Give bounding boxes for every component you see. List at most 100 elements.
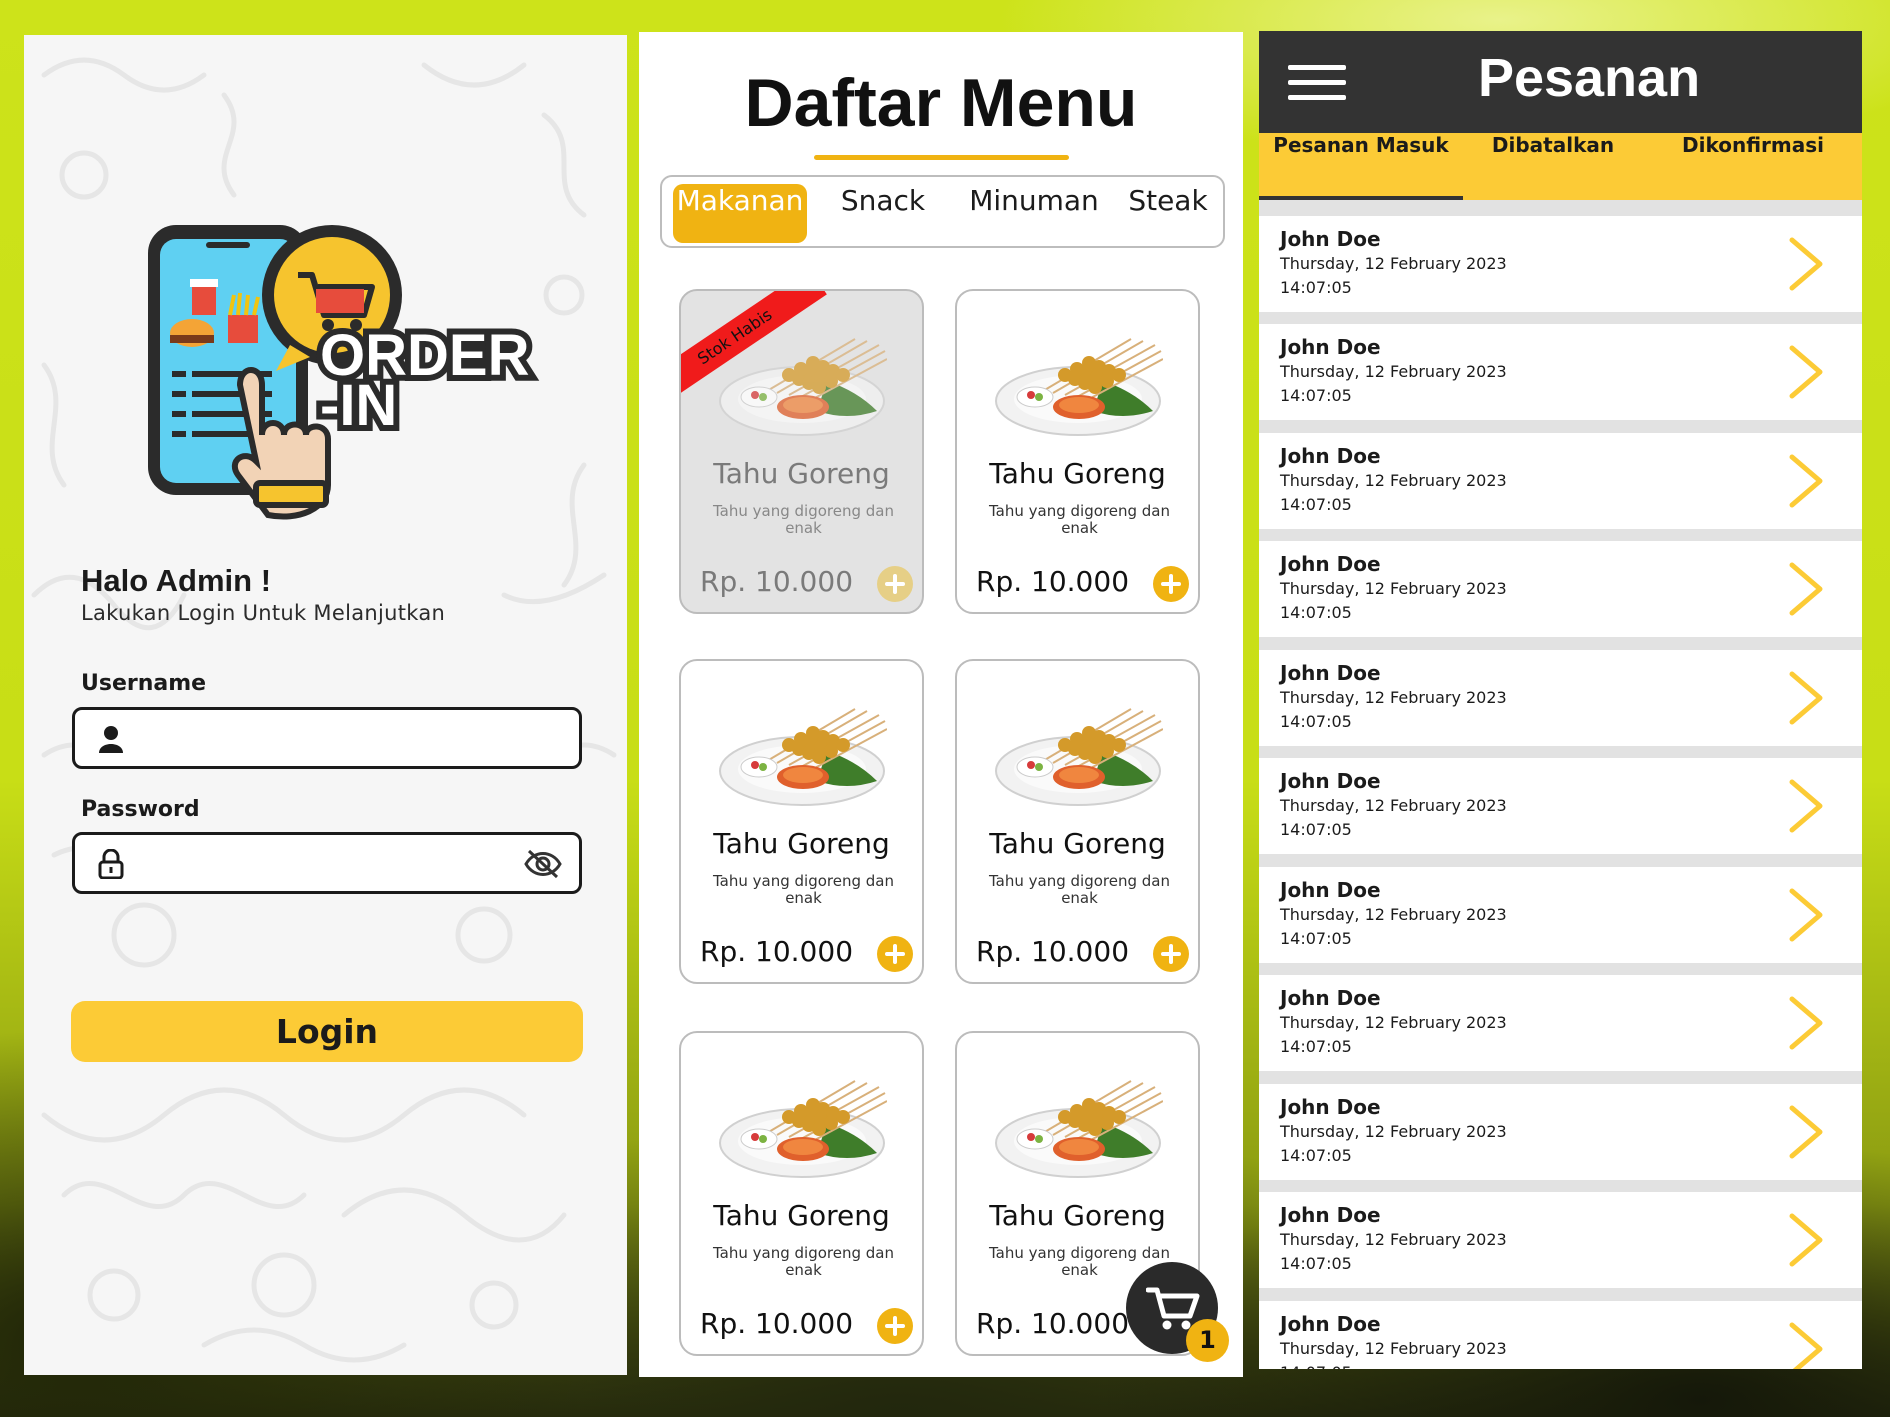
- order-date: Thursday, 12 February 2023: [1280, 579, 1507, 598]
- menu-item-name: Tahu Goreng: [989, 827, 1166, 860]
- order-time: 14:07:05: [1280, 1037, 1352, 1056]
- satay-dish-image: [719, 708, 887, 806]
- menu-item-description: Tahu yang digoreng dan enak: [713, 502, 894, 537]
- order-list-item[interactable]: John Doe Thursday, 12 February 2023 14:07:…: [1259, 1084, 1862, 1180]
- order-list-item[interactable]: John Doe Thursday, 12 February 2023 14:07:…: [1259, 867, 1862, 963]
- chevron-right-icon[interactable]: [1784, 559, 1828, 619]
- order-date: Thursday, 12 February 2023: [1280, 905, 1507, 924]
- order-date: Thursday, 12 February 2023: [1280, 1122, 1507, 1141]
- username-field[interactable]: [72, 707, 582, 769]
- login-screen: ORDER ORDER -IN -IN Halo Admin ! Lakukan…: [24, 35, 627, 1375]
- username-input[interactable]: [145, 718, 505, 758]
- satay-dish-image: [995, 338, 1163, 436]
- order-list-item[interactable]: John Doe Thursday, 12 February 2023 14:07:…: [1259, 975, 1862, 1071]
- tab-makanan[interactable]: Makanan: [673, 184, 807, 243]
- add-to-cart-plus-icon[interactable]: [1153, 936, 1189, 972]
- chevron-right-icon[interactable]: [1784, 993, 1828, 1053]
- eye-off-icon[interactable]: [523, 848, 563, 880]
- password-label: Password: [81, 797, 200, 822]
- customer-name: John Doe: [1280, 661, 1381, 685]
- chevron-right-icon[interactable]: [1784, 1319, 1828, 1369]
- menu-screen: Daftar Menu Makanan Snack Minuman Steak …: [639, 32, 1243, 1377]
- chevron-right-icon[interactable]: [1784, 668, 1828, 728]
- chevron-right-icon[interactable]: [1784, 885, 1828, 945]
- menu-card[interactable]: Tahu Goreng Tahu yang digoreng dan enak …: [955, 659, 1200, 984]
- chevron-right-icon[interactable]: [1784, 1210, 1828, 1270]
- menu-card[interactable]: Tahu Goreng Tahu yang digoreng dan enak …: [955, 289, 1200, 614]
- menu-item-price: Rp. 10.000: [976, 1307, 1130, 1340]
- username-label: Username: [81, 671, 207, 696]
- menu-item-price: Rp. 10.000: [976, 935, 1130, 968]
- menu-card[interactable]: Tahu Goreng Tahu yang digoreng dan enak …: [679, 659, 924, 984]
- order-list-item[interactable]: John Doe Thursday, 12 February 2023 14:07:…: [1259, 1301, 1862, 1369]
- tab-steak[interactable]: Steak: [1118, 184, 1218, 243]
- menu-card[interactable]: Tahu Goreng Tahu yang digoreng dan enak …: [679, 1031, 924, 1356]
- add-to-cart-plus-icon[interactable]: [877, 1308, 913, 1344]
- tab-dibatalkan[interactable]: Dibatalkan: [1463, 133, 1643, 200]
- order-date: Thursday, 12 February 2023: [1280, 254, 1507, 273]
- customer-name: John Doe: [1280, 444, 1381, 468]
- order-date: Thursday, 12 February 2023: [1280, 1013, 1507, 1032]
- order-date: Thursday, 12 February 2023: [1280, 688, 1507, 707]
- order-time: 14:07:05: [1280, 603, 1352, 622]
- add-to-cart-plus-icon[interactable]: [877, 566, 913, 602]
- page-title: Daftar Menu: [744, 65, 1138, 141]
- add-to-cart-plus-icon[interactable]: [1153, 566, 1189, 602]
- order-list-item[interactable]: John Doe Thursday, 12 February 2023 14:07:…: [1259, 758, 1862, 854]
- customer-name: John Doe: [1280, 227, 1381, 251]
- tab-dikonfirmasi[interactable]: Dikonfirmasi: [1653, 133, 1853, 200]
- order-date: Thursday, 12 February 2023: [1280, 362, 1507, 381]
- tab-snack[interactable]: Snack: [820, 184, 946, 243]
- menu-item-price: Rp. 10.000: [700, 565, 854, 598]
- order-list-item[interactable]: John Doe Thursday, 12 February 2023 14:07:…: [1259, 1192, 1862, 1288]
- order-time: 14:07:05: [1280, 820, 1352, 839]
- order-date: Thursday, 12 February 2023: [1280, 796, 1507, 815]
- menu-item-name: Tahu Goreng: [989, 1199, 1166, 1232]
- order-list-item[interactable]: John Doe Thursday, 12 February 2023 14:07:…: [1259, 541, 1862, 637]
- tab-pesanan-masuk[interactable]: Pesanan Masuk: [1259, 133, 1463, 200]
- customer-name: John Doe: [1280, 552, 1381, 576]
- add-to-cart-plus-icon[interactable]: [877, 936, 913, 972]
- menu-item-name: Tahu Goreng: [713, 1199, 890, 1232]
- login-button[interactable]: Login: [71, 1001, 583, 1062]
- customer-name: John Doe: [1280, 1203, 1381, 1227]
- order-list-item[interactable]: John Doe Thursday, 12 February 2023 14:07:…: [1259, 433, 1862, 529]
- menu-card[interactable]: Stok Habis Tahu Goreng Tahu yang digoren…: [679, 289, 924, 614]
- customer-name: John Doe: [1280, 1312, 1381, 1336]
- menu-item-description: Tahu yang digoreng dan enak: [713, 1244, 894, 1279]
- chevron-right-icon[interactable]: [1784, 776, 1828, 836]
- tab-minuman[interactable]: Minuman: [956, 184, 1112, 243]
- order-time: 14:07:05: [1280, 278, 1352, 297]
- cart-count-badge: 1: [1186, 1319, 1229, 1362]
- top-app-bar: Pesanan: [1259, 31, 1862, 133]
- menu-item-name: Tahu Goreng: [713, 457, 890, 490]
- chevron-right-icon[interactable]: [1784, 451, 1828, 511]
- satay-dish-image: [995, 708, 1163, 806]
- order-in-logo: ORDER ORDER -IN -IN: [148, 225, 535, 520]
- menu-item-description: Tahu yang digoreng dan enak: [989, 502, 1170, 537]
- password-input[interactable]: [145, 843, 505, 883]
- customer-name: John Doe: [1280, 986, 1381, 1010]
- satay-dish-image: [719, 1080, 887, 1178]
- menu-item-price: Rp. 10.000: [700, 935, 854, 968]
- menu-item-price: Rp. 10.000: [976, 565, 1130, 598]
- menu-item-description: Tahu yang digoreng dan enak: [713, 872, 894, 907]
- order-time: 14:07:05: [1280, 495, 1352, 514]
- order-list-item[interactable]: John Doe Thursday, 12 February 2023 14:07:…: [1259, 324, 1862, 420]
- order-time: 14:07:05: [1280, 712, 1352, 731]
- order-time: 14:07:05: [1280, 1146, 1352, 1165]
- greeting-subtitle: Lakukan Login Untuk Melanjutkan: [81, 601, 446, 625]
- hamburger-icon[interactable]: [1288, 65, 1346, 101]
- password-field[interactable]: [72, 832, 582, 894]
- order-list-item[interactable]: John Doe Thursday, 12 February 2023 14:07:…: [1259, 650, 1862, 746]
- chevron-right-icon[interactable]: [1784, 234, 1828, 294]
- chevron-right-icon[interactable]: [1784, 342, 1828, 402]
- order-time: 14:07:05: [1280, 1254, 1352, 1273]
- customer-name: John Doe: [1280, 335, 1381, 359]
- chevron-right-icon[interactable]: [1784, 1102, 1828, 1162]
- page-title: Pesanan: [1477, 48, 1701, 108]
- category-tabs: Makanan Snack Minuman Steak: [660, 175, 1225, 248]
- order-time: 14:07:05: [1280, 929, 1352, 948]
- order-list-item[interactable]: John Doe Thursday, 12 February 2023 14:07:…: [1259, 216, 1862, 312]
- lock-icon: [98, 849, 124, 879]
